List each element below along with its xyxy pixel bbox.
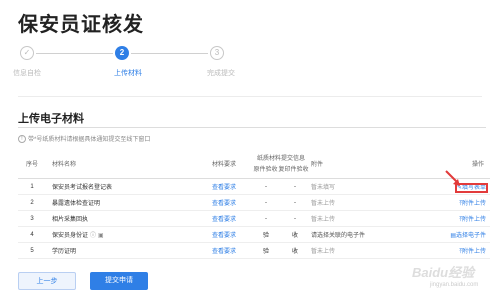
watermark-logo: Baidu经验 [412,265,475,280]
progress-steps: ✓ 2 3 信息自检 上传材料 完成提交 [10,40,490,90]
row-original: - [252,210,280,227]
step-1-check-icon: ✓ [20,46,34,60]
header-submit-group: 纸质材料提交信息 原件验收 复印件验收 [252,148,310,179]
view-requirement-link[interactable]: 查看要求 [196,194,252,211]
select-e-document-label: 选择电子件 [455,233,486,239]
row-copy: - [280,194,310,211]
upload-attachment-button[interactable]: ⤒附件上传 [459,249,486,255]
header-requirement: 材料要求 [196,148,252,179]
notice: ! 带*号纸质材料请根据具体通知提交至线下窗口 [18,134,151,144]
header-copy: 复印件验收 [278,167,309,173]
section-divider [18,127,486,128]
row-original: - [252,194,280,211]
view-requirement-link[interactable]: 查看要求 [196,178,252,195]
upload-label: 附件上传 [461,200,486,207]
row-name-cell: 保安员身份证 ⓘ ▣ [46,226,196,243]
row-name: 暴露遗体检查证明 [46,194,196,211]
row-original: 验 [252,242,280,259]
header-index: 序号 [18,148,46,179]
notice-text: 带*号纸质材料请根据具体通知提交至线下窗口 [28,137,151,143]
table-row: 2 暴露遗体检查证明 查看要求 - - 暂未上传 ⤒附件上传 [18,194,490,211]
step-3-label: 完成提交 [207,70,235,77]
materials-table: 序号 材料名称 材料要求 纸质材料提交信息 原件验收 复印件验收 附件 操作 1… [18,148,490,259]
table-row: 1 保安员考试报名登记表 查看要求 - - 暂未填写 ✎填写表单 [18,178,490,195]
info-icon: ! [18,135,26,144]
row-index: 4 [18,226,46,243]
divider [18,96,482,97]
table-row: 5 学历证明 查看要求 验 收 暂未上传 ⤒附件上传 [18,242,490,259]
select-e-document-button[interactable]: ▤选择电子件 [450,233,486,239]
fill-form-label: 填写表单 [461,185,486,191]
step-2-indicator: 2 [115,46,129,60]
upload-attachment-button[interactable]: ⤒附件上传 [459,217,486,223]
row-name: 保安员身份证 [52,233,89,239]
section-title: 上传电子材料 [18,113,84,125]
page-title: 保安员证核发 [18,14,144,36]
view-requirement-link[interactable]: 查看要求 [196,210,252,227]
header-submit-group-label: 纸质材料提交信息 [256,156,305,162]
row-name: 保安员考试报名登记表 [46,178,196,195]
row-index: 5 [18,242,46,259]
annotation-arrow-icon [445,170,460,186]
row-copy: - [280,210,310,227]
row-index: 3 [18,210,46,227]
row-index: 2 [18,194,46,211]
upload-label: 附件上传 [461,216,486,223]
step-3-indicator: 3 [210,46,224,60]
image-icon: ▣ [98,233,104,239]
step-2-label: 上传材料 [114,70,142,77]
row-attachment: 暂未上传 [310,210,410,227]
row-original: - [252,178,280,195]
row-copy: 收 [280,226,310,243]
row-original: 验 [252,226,280,243]
view-requirement-link[interactable]: 查看要求 [196,226,252,243]
submit-application-button[interactable]: 提交申请 [90,272,148,290]
upload-attachment-button[interactable]: ⤒附件上传 [459,201,486,207]
row-attachment: 暂未上传 [310,242,410,259]
view-requirement-link[interactable]: 查看要求 [196,242,252,259]
header-name: 材料名称 [46,148,196,179]
table-row: 3 相片采集回执 查看要求 - - 暂未上传 ⤒附件上传 [18,210,490,227]
table-row: 4 保安员身份证 ⓘ ▣ 查看要求 验 收 请选择关联的电子件 ▤选择电子件 [18,226,490,243]
row-attachment: 请选择关联的电子件 [310,226,410,243]
prev-step-button[interactable]: 上一步 [18,272,76,290]
watermark-url: jingyan.baidu.com [430,282,479,288]
header-original: 原件验收 [253,167,278,173]
row-copy: 收 [280,242,310,259]
row-attachment: 暂未填写 [310,178,410,195]
step-1-label: 信息自检 [13,70,41,77]
step-connector [131,53,208,54]
row-name: 学历证明 [46,242,196,259]
info-circle-icon: ⓘ [90,233,97,239]
upload-label: 附件上传 [461,248,486,255]
row-attachment: 暂未上传 [310,194,410,211]
table-header-row: 序号 材料名称 材料要求 纸质材料提交信息 原件验收 复印件验收 附件 操作 [18,148,490,179]
row-index: 1 [18,178,46,195]
step-connector [36,53,113,54]
row-name: 相片采集回执 [46,210,196,227]
header-attachment: 附件 [310,148,410,179]
row-copy: - [280,178,310,195]
